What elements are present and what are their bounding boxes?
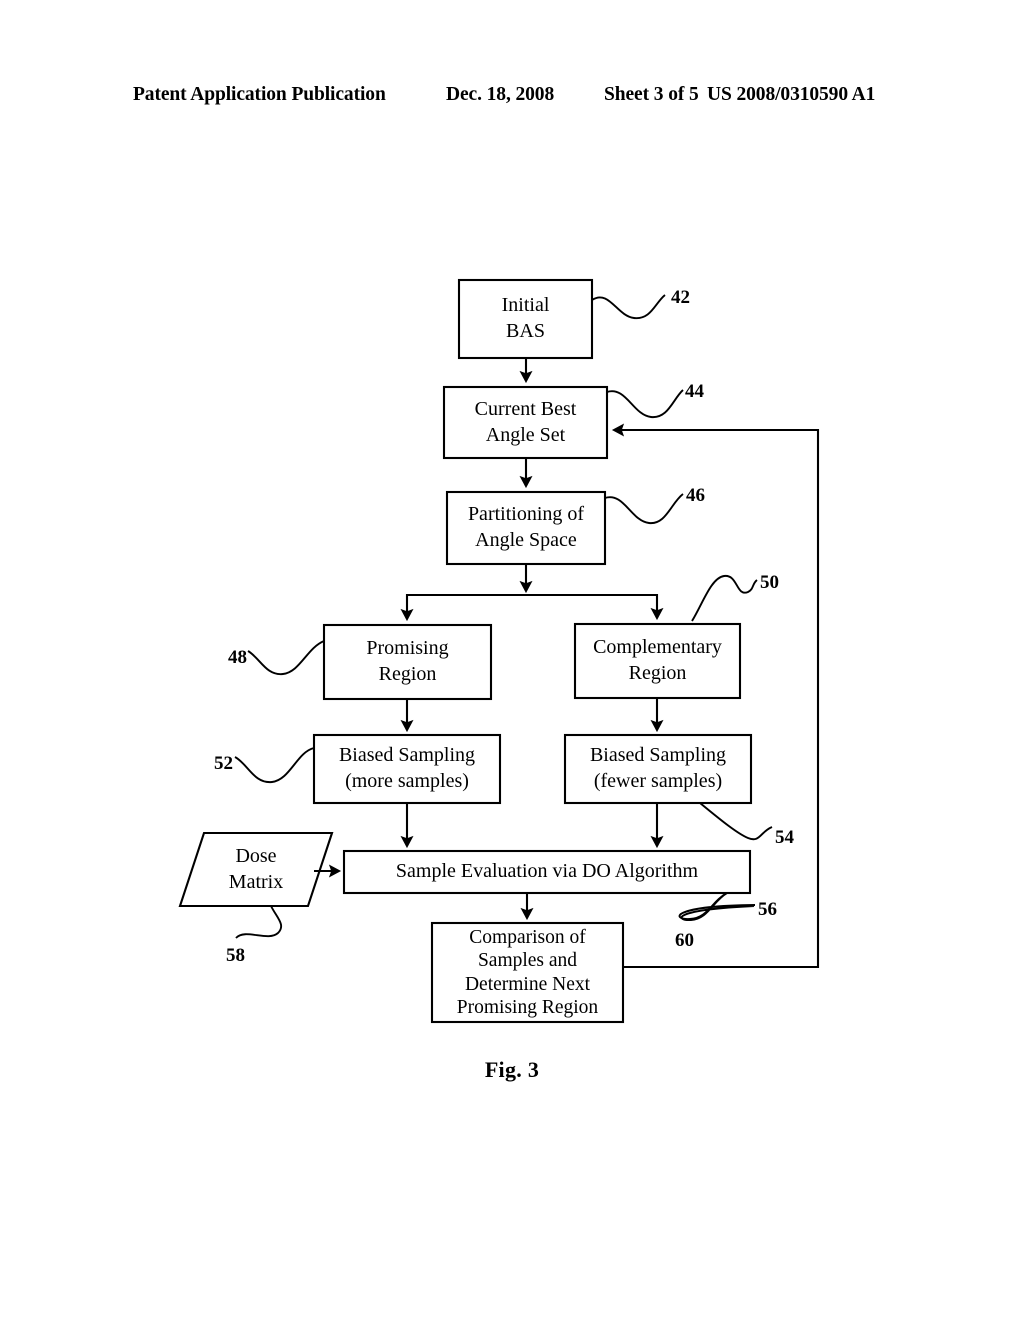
node-comparison-of-samples: Comparison of Samples and Determine Next… [432,923,623,1022]
node-text-line: (more samples) [345,770,469,792]
node-text-line: Biased Sampling [338,744,476,767]
node-text-line: Initial [501,294,550,317]
node-promising-region: Promising Region [324,625,491,699]
node-dose-matrix: Dose Matrix [196,833,316,907]
reference-numeral-54: 54 [775,827,794,848]
node-text-line: Dose [235,845,277,868]
node-text-line: Biased Sampling [589,744,727,767]
patent-page: Patent Application Publication Dec. 18, … [0,0,1024,1320]
reference-numeral-60: 60 [675,930,694,951]
reference-numeral-44: 44 [685,381,704,402]
node-initial-bas: Initial BAS [459,280,592,358]
reference-numeral-58: 58 [226,945,245,966]
node-text-line: Partitioning of [467,503,585,526]
leader-line-50 [691,575,758,622]
flowchart-vector-layer [178,278,820,1024]
reference-numeral-46: 46 [686,485,705,506]
node-partitioning-of-angle-space: Partitioning of Angle Space [447,492,605,564]
leader-line-56 [678,892,756,921]
leader-line-48 [247,640,325,675]
node-text-line: Angle Space [475,529,577,551]
leader-line-46 [604,493,684,524]
reference-numeral-56: 56 [758,899,777,920]
node-text-line: Promising [366,637,449,660]
node-text-line: Promising Region [456,996,599,1018]
node-text-line: Matrix [228,871,284,893]
reference-numeral-50: 50 [760,572,779,593]
node-text-line: Determine Next [464,973,591,995]
node-text-line: Complementary [593,636,722,659]
node-text-line: BAS [506,320,545,342]
leader-line-44 [606,389,684,418]
node-biased-sampling-more: Biased Sampling (more samples) [314,735,500,803]
leader-line-52 [234,747,315,783]
reference-numeral-42: 42 [671,287,690,308]
flowchart-figure: Initial BAS Current Best Angle Set Parti… [0,0,1024,1320]
node-sample-evaluation: Sample Evaluation via DO Algorithm [344,851,750,893]
reference-numeral-52: 52 [214,753,233,774]
node-text-line: (fewer samples) [593,770,723,792]
node-text-line: Angle Set [485,423,566,446]
leader-line-42 [591,294,666,319]
node-current-best-angle-set: Current Best Angle Set [444,387,607,458]
node-text-line: Region [378,663,437,685]
node-text-line: Sample Evaluation via DO Algorithm [395,860,699,883]
node-text-line: Region [628,662,687,684]
figure-caption: Fig. 3 [484,1057,540,1082]
leader-line-58 [235,905,283,939]
node-complementary-region: Complementary Region [575,624,740,698]
node-biased-sampling-fewer: Biased Sampling (fewer samples) [565,735,751,803]
leader-line-54 [699,802,773,841]
node-text-line: Samples and [477,950,578,972]
node-text-line: Comparison of [469,926,586,948]
reference-numeral-48: 48 [228,647,247,668]
node-text-line: Current Best [474,397,577,420]
